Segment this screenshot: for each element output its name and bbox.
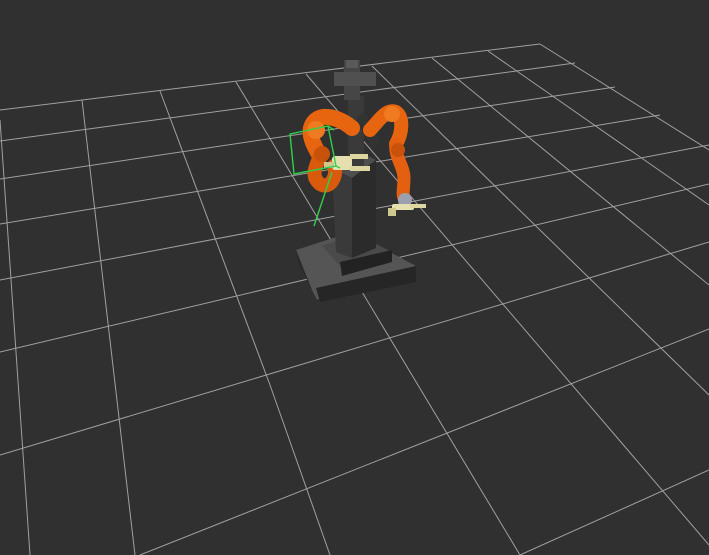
left-gripper-finger — [350, 154, 368, 159]
pedestal-cross-cap — [346, 60, 358, 68]
3d-viewport[interactable] — [0, 0, 709, 555]
right-arm-joint — [384, 106, 400, 122]
right-gripper-finger — [410, 204, 426, 208]
right-gripper-finger — [388, 208, 396, 216]
left-gripper-finger — [350, 166, 370, 171]
scene-canvas[interactable] — [0, 0, 709, 555]
right-arm-joint — [391, 143, 405, 157]
left-arm-joint — [314, 146, 330, 162]
pedestal-cross-horizontal — [334, 72, 376, 86]
